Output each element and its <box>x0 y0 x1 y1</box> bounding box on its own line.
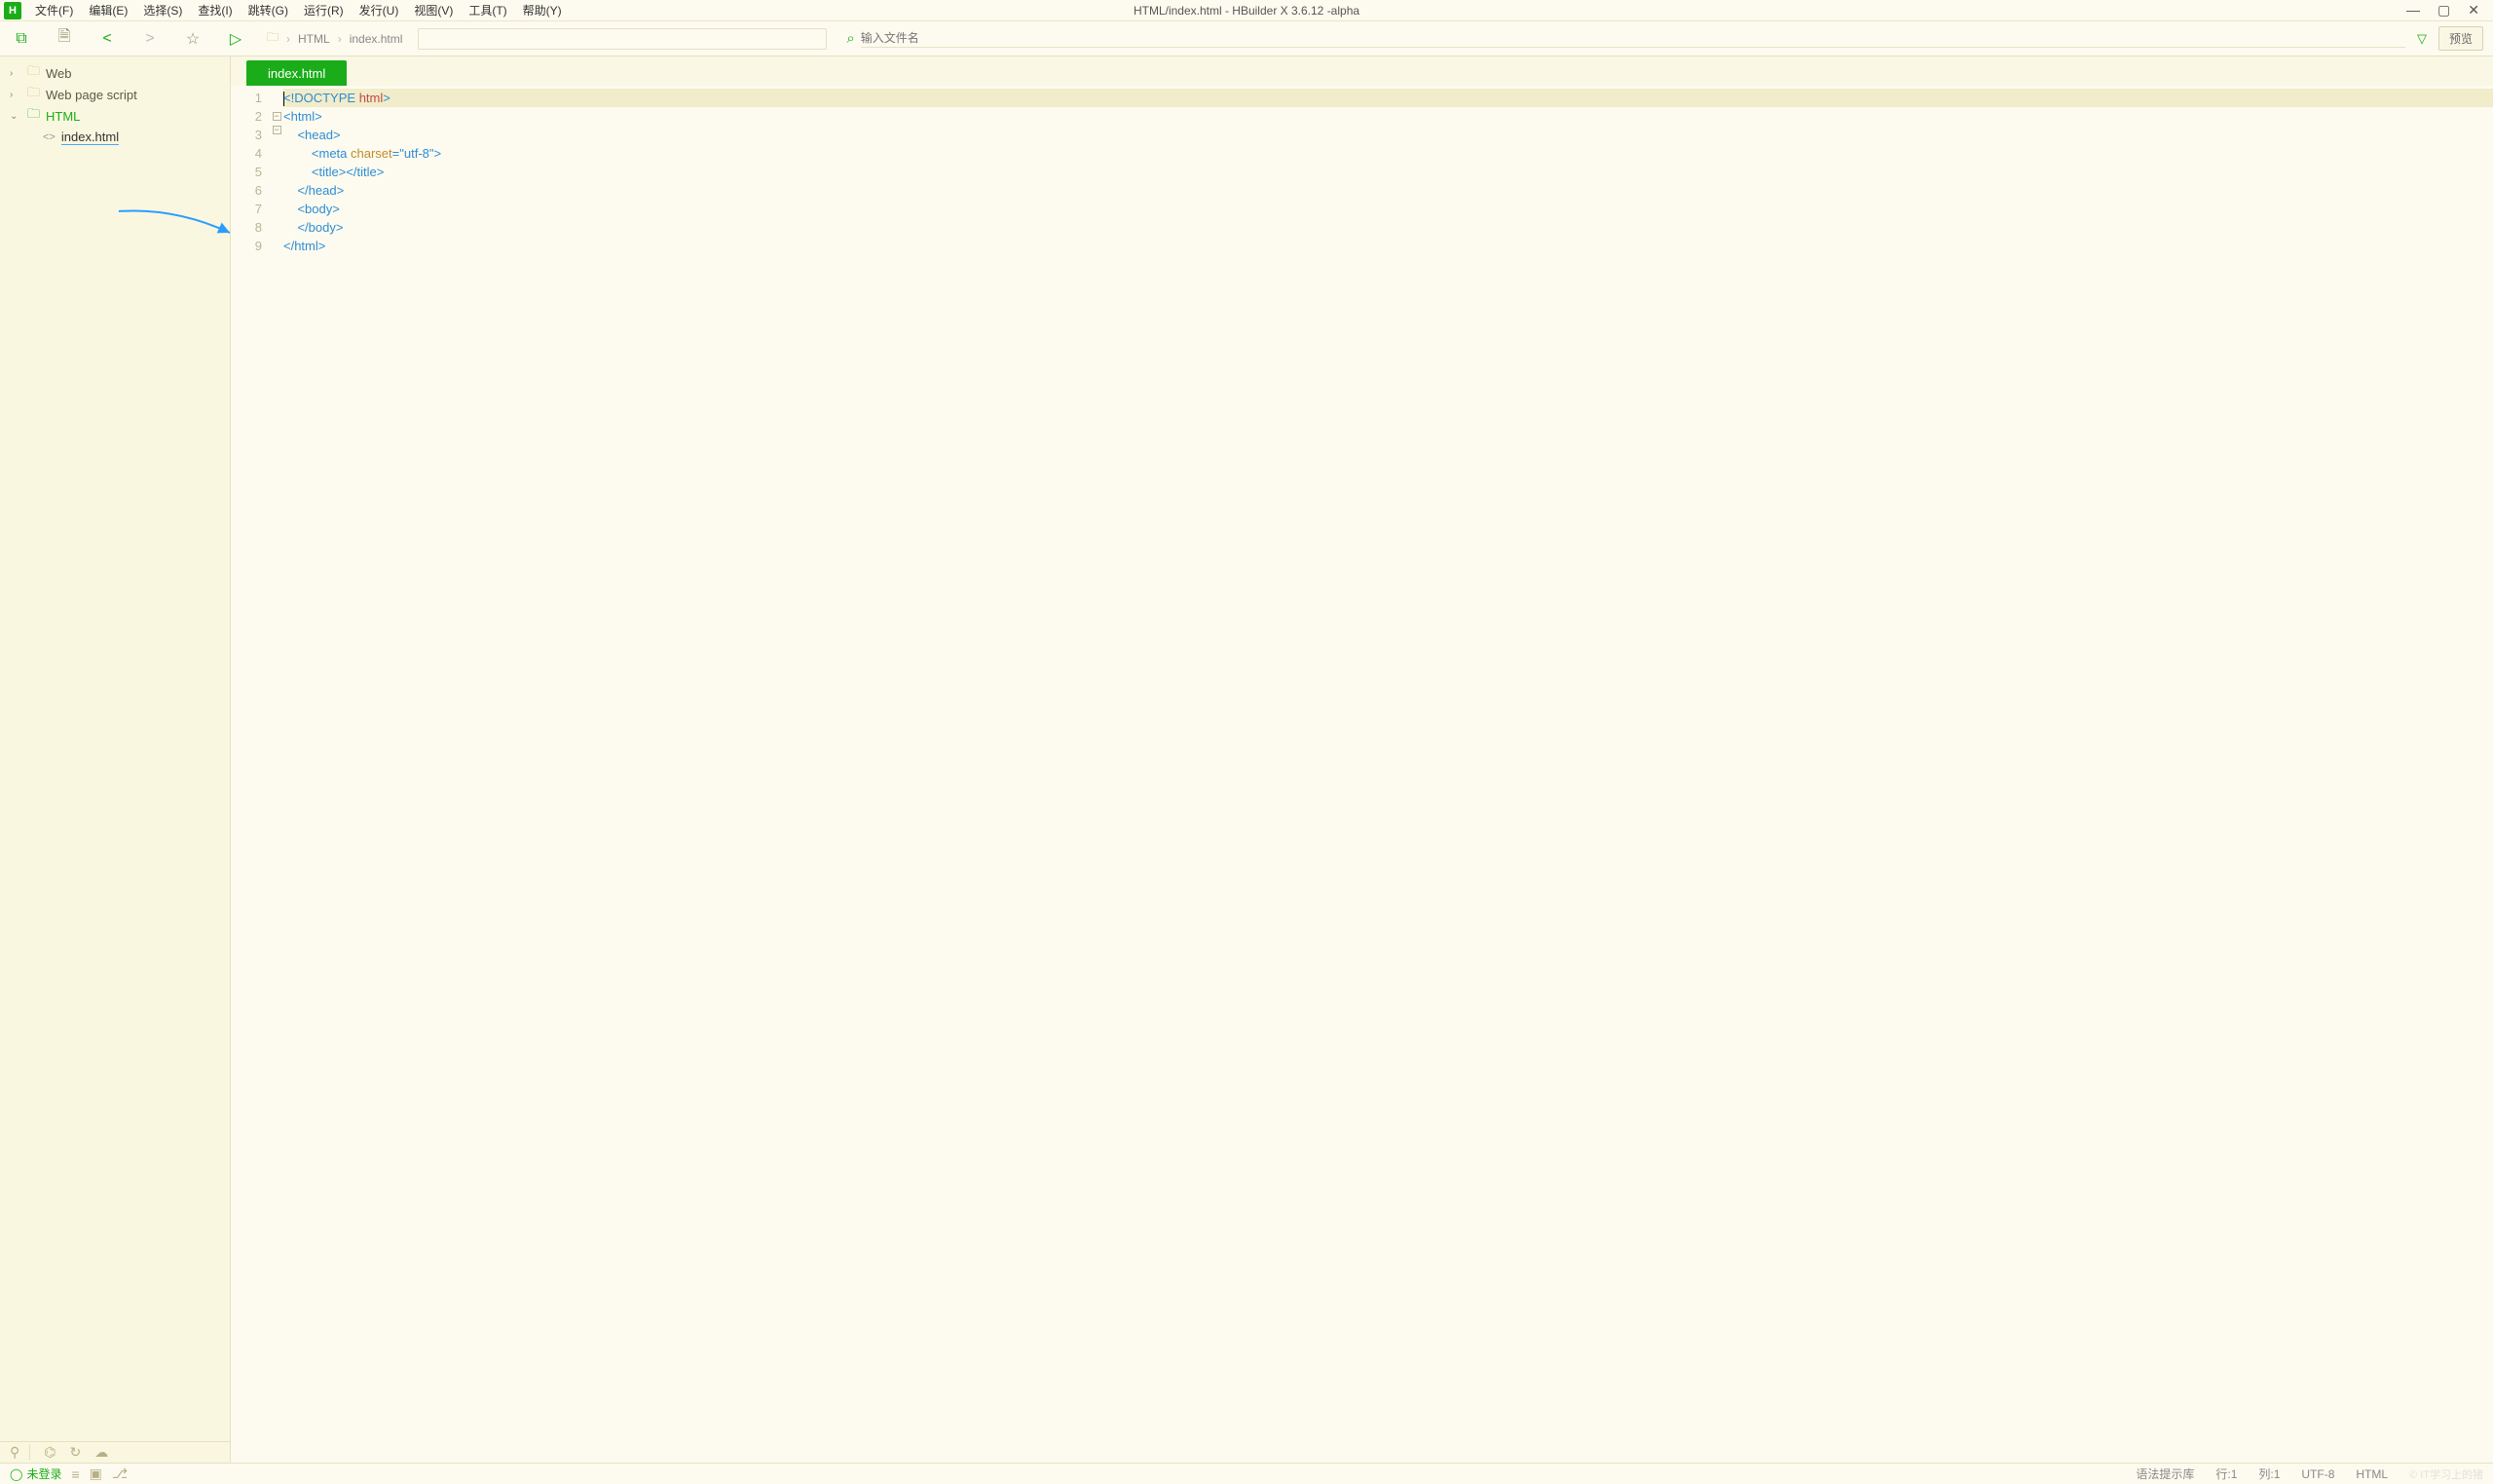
folder-icon: 🗀 <box>27 84 40 105</box>
tree-item-label: HTML <box>46 109 80 124</box>
breadcrumb: 🗀 › HTML › index.html <box>257 28 412 49</box>
line-number-gutter: 123456789 <box>231 86 270 1463</box>
syntax-hint[interactable]: 语法提示库 <box>2136 1465 2194 1482</box>
editor-tabs: index.html <box>231 56 2493 86</box>
menu-select[interactable]: 选择(S) <box>135 2 190 19</box>
menu-publish[interactable]: 发行(U) <box>352 2 407 19</box>
cloud-icon[interactable]: ☁ <box>94 1444 108 1461</box>
pin-icon[interactable]: ⚲ <box>10 1444 30 1461</box>
language-mode[interactable]: HTML <box>2356 1467 2388 1481</box>
minimize-icon[interactable]: — <box>2406 2 2420 19</box>
run-icon[interactable]: ▷ <box>214 29 257 49</box>
terminal-icon[interactable]: ▣ <box>90 1465 102 1482</box>
main-area: › 🗀 Web › 🗀 Web page script ⌄ 🗀 HTML <> … <box>0 56 2493 1463</box>
new-file-icon[interactable]: ⧉ <box>0 30 43 48</box>
editor-area: index.html 123456789 −− <!DOCTYPE html><… <box>231 56 2493 1463</box>
project-tree: › 🗀 Web › 🗀 Web page script ⌄ 🗀 HTML <> … <box>0 56 230 1441</box>
tree-file-label: index.html <box>61 130 119 145</box>
fold-gutter[interactable]: −− <box>270 86 283 1463</box>
tree-item-label: Web <box>46 66 72 81</box>
watermark-text: © IT学习上的猪 <box>2409 1466 2483 1482</box>
close-icon[interactable]: ✕ <box>2468 2 2479 19</box>
app-logo-icon: H <box>4 2 21 19</box>
address-input[interactable] <box>418 28 827 50</box>
menu-help[interactable]: 帮助(Y) <box>515 2 570 19</box>
bug-icon[interactable]: ⌬ <box>44 1444 56 1461</box>
folder-icon: 🗀 <box>27 62 40 84</box>
chevron-right-icon: › <box>10 90 21 100</box>
encoding[interactable]: UTF-8 <box>2301 1467 2334 1481</box>
tree-item-webpagescript[interactable]: › 🗀 Web page script <box>0 84 230 105</box>
search-icon[interactable]: ⌕ <box>846 30 854 47</box>
chevron-right-icon: › <box>338 32 342 46</box>
nav-forward-icon[interactable]: > <box>129 30 171 48</box>
favorite-icon[interactable]: ☆ <box>171 29 214 49</box>
folder-icon: 🗀 <box>267 28 279 49</box>
login-label: 未登录 <box>26 1465 61 1482</box>
menu-find[interactable]: 查找(I) <box>190 2 240 19</box>
list-icon[interactable]: ≡ <box>71 1466 79 1482</box>
menu-bar: H 文件(F) 编辑(E) 选择(S) 查找(I) 跳转(G) 运行(R) 发行… <box>0 0 2493 21</box>
project-sidebar: › 🗀 Web › 🗀 Web page script ⌄ 🗀 HTML <> … <box>0 56 231 1463</box>
file-search-input[interactable] <box>861 29 2405 48</box>
toolbar: ⧉ 🗎 < > ☆ ▷ 🗀 › HTML › index.html ⌕ ▽ 预览 <box>0 21 2493 56</box>
sync-icon[interactable]: ↻ <box>70 1444 82 1461</box>
chevron-down-icon: ⌄ <box>10 111 21 122</box>
breadcrumb-file[interactable]: index.html <box>350 32 403 46</box>
menu-file[interactable]: 文件(F) <box>27 2 81 19</box>
code-file-icon: <> <box>43 131 56 143</box>
git-icon[interactable]: ⎇ <box>112 1465 128 1482</box>
code-content[interactable]: <!DOCTYPE html><html> <head> <meta chars… <box>283 86 2493 1463</box>
filter-icon[interactable]: ▽ <box>2417 31 2427 47</box>
status-bar: ◯ 未登录 ≡ ▣ ⎇ 语法提示库 行:1 列:1 UTF-8 HTML © I… <box>0 1463 2493 1484</box>
folder-icon: 🗀 <box>27 105 40 127</box>
cursor-row: 行:1 <box>2215 1465 2237 1482</box>
menu-view[interactable]: 视图(V) <box>406 2 461 19</box>
menu-tool[interactable]: 工具(T) <box>461 2 514 19</box>
tree-item-web[interactable]: › 🗀 Web <box>0 62 230 84</box>
chevron-right-icon: › <box>286 32 290 46</box>
tree-item-html[interactable]: ⌄ 🗀 HTML <box>0 105 230 127</box>
maximize-icon[interactable]: ▢ <box>2437 2 2450 19</box>
nav-back-icon[interactable]: < <box>86 30 129 48</box>
code-editor[interactable]: 123456789 −− <!DOCTYPE html><html> <head… <box>231 86 2493 1463</box>
menu-run[interactable]: 运行(R) <box>296 2 352 19</box>
breadcrumb-folder[interactable]: HTML <box>298 32 330 46</box>
tab-indexhtml[interactable]: index.html <box>246 60 347 86</box>
save-icon[interactable]: 🗎 <box>43 25 86 52</box>
user-icon: ◯ <box>10 1467 22 1481</box>
chevron-right-icon: › <box>10 68 21 79</box>
tree-item-label: Web page script <box>46 88 137 102</box>
login-status[interactable]: ◯ 未登录 <box>10 1465 61 1482</box>
menu-goto[interactable]: 跳转(G) <box>241 2 296 19</box>
sidebar-bottom-bar: ⚲ ⌬ ↻ ☁ <box>0 1441 230 1463</box>
preview-button[interactable]: 预览 <box>2438 26 2483 51</box>
menu-edit[interactable]: 编辑(E) <box>81 2 135 19</box>
cursor-col: 列:1 <box>2258 1465 2280 1482</box>
tree-file-indexhtml[interactable]: <> index.html <box>0 127 230 148</box>
window-title: HTML/index.html - HBuilder X 3.6.12 -alp… <box>1134 4 1359 18</box>
